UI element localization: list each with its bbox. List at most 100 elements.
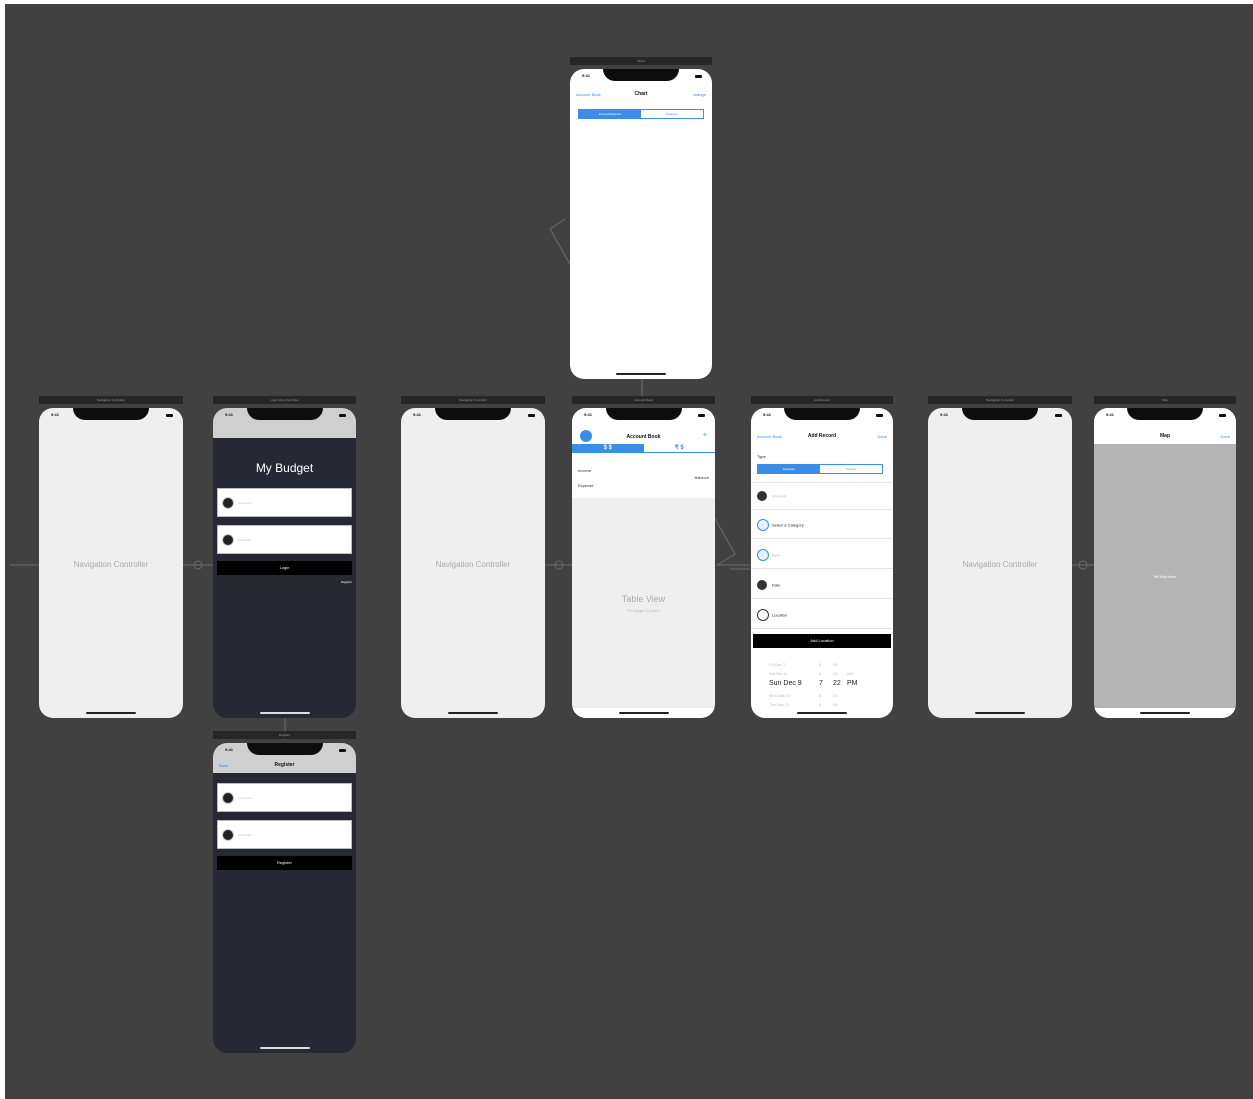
scene-header-chart: Chart (570, 57, 712, 65)
add-icon[interactable]: + (703, 432, 707, 439)
password-placeholder: Password (238, 537, 252, 542)
amount-row[interactable]: Amount (751, 482, 893, 510)
picker-ampm: PM (847, 680, 858, 687)
map-view-label: MKMapView (1153, 574, 1177, 579)
status-time: 9:41 (763, 412, 772, 417)
user-icon (222, 496, 234, 509)
picker-row: Mon Dec 10 8 23 (769, 693, 847, 698)
register-link[interactable]: Register (341, 580, 352, 584)
segment-category[interactable]: Category (641, 110, 703, 118)
chart-segmented-control[interactable]: Income/Expense Category (578, 109, 704, 119)
location-label: Location (772, 612, 788, 618)
storyboard-canvas: Chart 9:41 Account Book Chart change Inc… (5, 4, 1253, 1099)
date-label: Date (772, 582, 781, 588)
battery-icon (876, 414, 883, 417)
username-field[interactable]: Username (217, 783, 352, 812)
date-row[interactable]: Date (751, 572, 893, 599)
account-book-scene: 9:41 Account Book + $ $ ₹ $ Income Balan… (572, 408, 715, 718)
login-button[interactable]: Login (217, 561, 352, 575)
currency-tabs[interactable]: $ $ ₹ $ (572, 444, 715, 453)
home-indicator (618, 712, 669, 714)
username-placeholder: Username (238, 500, 252, 505)
location-row[interactable]: Location (751, 602, 893, 629)
picker-day: Tue Dec 11 (769, 702, 790, 707)
calendar-icon (757, 580, 767, 590)
picker-minute: 23 (833, 693, 838, 698)
scene-header-accountbook: Account Book (572, 396, 715, 404)
table-view-label: Table View (621, 594, 666, 604)
picker-day: Mon Dec 10 (769, 693, 791, 698)
category-label: Select a Category (772, 522, 804, 528)
navigation-controller-1: 9:41 Navigation Controller (39, 408, 183, 718)
device-notch (246, 408, 323, 420)
picker-row: Tue Dec 11 9 24 (769, 702, 847, 707)
username-field[interactable]: Username (217, 488, 352, 517)
nav-title: Chart (634, 91, 648, 97)
category-row[interactable]: Select a Category (751, 512, 893, 539)
segment-expense[interactable]: Expense (758, 465, 820, 473)
map-scene: 9:41 Map Done MKMapView (1094, 408, 1236, 718)
status-time: 9:41 (584, 412, 593, 417)
picker-minute: 22 (833, 680, 841, 687)
battery-icon (1219, 414, 1226, 417)
app-title: My Budget (255, 461, 314, 475)
password-field[interactable]: Password (217, 525, 352, 554)
picker-day: Sat Dec 8 (769, 671, 787, 676)
status-time: 9:41 (225, 412, 234, 417)
scene-header-nav1: Navigation Controller (39, 396, 183, 404)
expense-label: Expense (578, 483, 594, 488)
home-indicator (975, 712, 1025, 714)
device-notch (246, 743, 323, 755)
lock-icon (222, 828, 234, 841)
picker-row-selected: Sun Dec 9 7 22 PM (769, 680, 858, 687)
picker-row: Sat Dec 8 6 21 AM (769, 671, 853, 676)
segment-income-expense[interactable]: Income/Expense (579, 110, 641, 118)
register-scene: 9:41 Back Register Username Password Reg… (213, 743, 356, 1053)
battery-icon (698, 414, 705, 417)
nav-title: Account Book (626, 434, 661, 440)
password-field[interactable]: Password (217, 820, 352, 849)
navigation-controller-label: Navigation Controller (435, 560, 511, 569)
tab-right[interactable]: ₹ $ (643, 444, 715, 453)
segment-income[interactable]: Income (820, 465, 882, 473)
nav-title: Add Record (807, 433, 837, 439)
battery-icon (339, 749, 346, 752)
type-segmented-control[interactable]: Expense Income (757, 464, 883, 474)
type-label: Type (757, 454, 766, 459)
add-location-button[interactable]: Add Location (753, 634, 891, 648)
battery-icon (339, 414, 346, 417)
tab-left[interactable]: $ $ (572, 444, 644, 453)
home-indicator (797, 712, 847, 714)
home-indicator (259, 1047, 310, 1049)
done-button[interactable]: Done (1220, 434, 1230, 439)
category-icon (757, 519, 769, 531)
home-indicator (616, 373, 666, 375)
picker-minute: 24 (833, 702, 838, 707)
device-notch (784, 408, 860, 420)
register-button[interactable]: Register (217, 856, 352, 870)
picker-row: Fri Dec 7 5 20 (769, 662, 847, 667)
picker-day: Sun Dec 9 (769, 680, 802, 687)
change-button[interactable]: change (693, 92, 706, 97)
scene-header-register: Register (213, 731, 356, 739)
login-scene: 9:41 My Budget Username Password Login R… (213, 408, 356, 718)
add-record-scene: 9:41 Account Book Add Record Done Type E… (751, 408, 893, 718)
picker-minute: 21 (833, 671, 838, 676)
status-time: 9:41 (51, 412, 60, 417)
table-view-subtitle: Prototype Content (627, 608, 660, 613)
scene-header-nav3: Navigation Controller (928, 396, 1072, 404)
picker-hour: 9 (819, 702, 822, 707)
scene-header-addrecord: Add Record (751, 396, 893, 404)
home-indicator (1140, 712, 1190, 714)
device-notch (603, 69, 679, 81)
note-placeholder: Note (772, 552, 781, 558)
chart-scene: 9:41 Account Book Chart change Income/Ex… (570, 69, 712, 379)
picker-day: Fri Dec 7 (769, 662, 786, 667)
navigation-controller-3: 9:41 Navigation Controller (928, 408, 1072, 718)
battery-icon (1055, 414, 1062, 417)
username-placeholder: Username (238, 795, 252, 800)
battery-icon (528, 414, 535, 417)
note-row[interactable]: Note (751, 542, 893, 569)
done-button[interactable]: Done (877, 434, 887, 439)
status-time: 9:41 (225, 747, 234, 752)
